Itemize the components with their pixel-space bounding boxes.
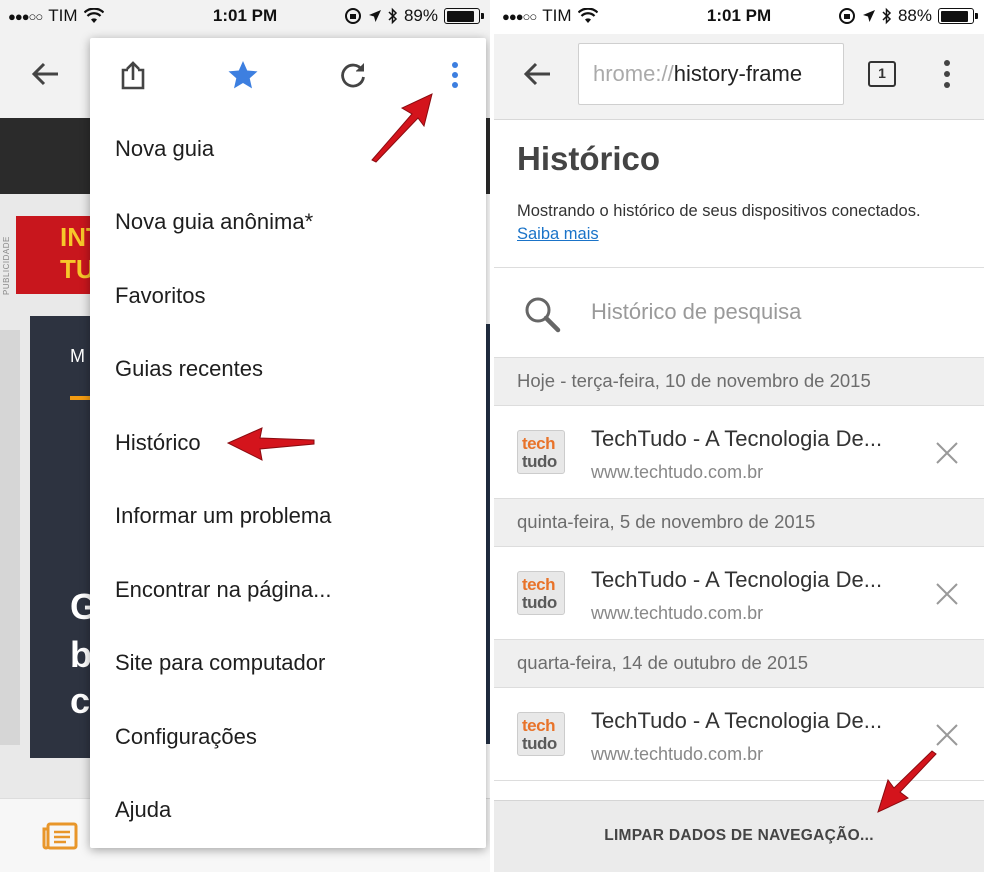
close-icon[interactable] [934,581,960,607]
reload-icon[interactable] [336,58,370,92]
close-icon[interactable] [934,440,960,466]
history-header: Histórico Mostrando o histórico de seus … [494,120,984,268]
menu-item-recent-tabs[interactable]: Guias recentes [115,356,263,382]
browser-toolbar: hrome://history-frame 1 [494,34,984,120]
status-bar: ●●●○○ TIM 1:01 PM 89% [0,0,490,34]
hero-accent-bar [70,396,92,400]
bluetooth-icon [388,7,398,25]
carousel-prev-card [0,330,20,745]
hero-headline-3: c [70,680,91,721]
menu-item-find-in-page[interactable]: Encontrar na página... [115,577,331,603]
clear-browsing-data-button[interactable]: LIMPAR DADOS DE NAVEGAÇÃO... [494,827,984,845]
hero-category: M [70,346,85,366]
omnibox[interactable]: hrome://history-frame [578,43,844,105]
site-favicon: tech tudo [517,571,565,615]
more-vert-icon[interactable] [438,58,472,92]
close-icon[interactable] [934,722,960,748]
annotation-arrow-menu [371,93,433,163]
right-screenshot: ●●●○○ TIM 1:01 PM 88% hrome://history-fr… [494,0,984,872]
status-bar: ●●●○○ TIM 1:01 PM 88% [494,0,984,34]
hero-headline-1: G [70,586,92,627]
history-description: Mostrando o histórico de seus dispositiv… [517,200,957,246]
bookmark-star-icon[interactable] [226,58,260,92]
page-title: Histórico [517,140,661,177]
news-icon[interactable] [42,821,80,851]
omnibox-scheme: hrome:// [593,61,674,86]
menu-item-help[interactable]: Ajuda [115,797,171,823]
entry-url: www.techtudo.com.br [591,744,764,764]
annotation-arrow-history [226,427,315,461]
history-entry[interactable]: tech tudo TechTudo - A Tecnologia De... w… [494,406,984,499]
tab-switcher-button[interactable]: 1 [868,61,896,87]
entry-title: TechTudo - A Tecnologia De... [591,567,883,592]
battery-icon [938,8,978,24]
date-header: Hoje - terça-feira, 10 de novembro de 20… [494,358,984,406]
description-text: Mostrando o histórico de seus dispositiv… [517,202,921,220]
menu-item-settings[interactable]: Configurações [115,724,257,750]
menu-item-request-desktop-site[interactable]: Site para computador [115,650,325,676]
menu-item-bookmarks[interactable]: Favoritos [115,283,205,309]
ad-side-label: PUBLICIDADE [2,236,11,295]
rotation-lock-icon [344,8,361,24]
back-arrow-icon[interactable] [28,56,64,92]
battery-percent: 89% [403,6,438,25]
hero-card[interactable]: M G b c [30,316,92,758]
site-favicon: tech tudo [517,712,565,756]
menu-item-report-issue[interactable]: Informar um problema [115,503,331,529]
rotation-lock-icon [838,8,855,24]
left-screenshot: ●●●○○ TIM 1:01 PM 89% PUBLICIDADE INT TU… [0,0,490,872]
search-input[interactable]: Histórico de pesquisa [591,299,801,325]
history-search[interactable]: Histórico de pesquisa [494,268,984,358]
share-icon[interactable] [116,58,150,92]
history-entry[interactable]: tech tudo TechTudo - A Tecnologia De... w… [494,547,984,640]
battery-percent: 88% [897,6,932,25]
menu-item-new-incognito-tab[interactable]: Nova guia anônima* [115,209,313,235]
more-vert-icon[interactable] [934,56,960,92]
hero-headline-2: b [70,634,92,675]
menu-item-history[interactable]: Histórico [115,430,201,456]
location-icon [862,10,875,22]
annotation-arrow-clear [877,750,937,813]
back-arrow-icon[interactable] [520,56,556,92]
battery-icon [444,8,484,24]
search-icon [525,297,561,333]
entry-title: TechTudo - A Tecnologia De... [591,426,883,451]
location-icon [368,10,381,22]
date-header: quarta-feira, 14 de outubro de 2015 [494,640,984,688]
site-favicon: tech tudo [517,430,565,474]
entry-url: www.techtudo.com.br [591,462,764,482]
omnibox-text: history-frame [673,61,803,86]
menu-item-new-tab[interactable]: Nova guia [115,136,214,162]
entry-url: www.techtudo.com.br [591,603,764,623]
date-header: quinta-feira, 5 de novembro de 2015 [494,499,984,547]
ad-banner[interactable]: INT TU [16,216,102,294]
learn-more-link[interactable]: Saiba mais [517,225,599,243]
bluetooth-icon [882,7,892,25]
entry-title: TechTudo - A Tecnologia De... [591,708,883,733]
